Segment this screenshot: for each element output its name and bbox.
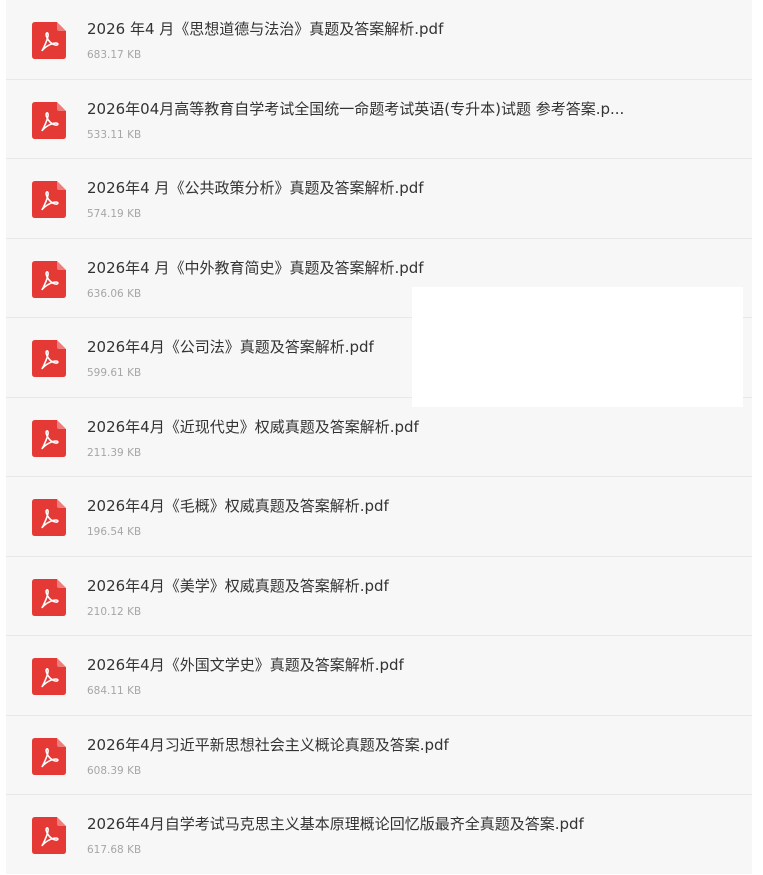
file-size: 617.68 KB <box>87 844 142 856</box>
file-size: 574.19 KB <box>87 208 142 220</box>
file-size: 683.17 KB <box>87 49 142 61</box>
file-row[interactable]: 2026年4月《外国文学史》真题及答案解析.pdf 684.11 KB <box>6 636 752 716</box>
file-row[interactable]: 2026年4月《美学》权威真题及答案解析.pdf 210.12 KB <box>6 557 752 636</box>
file-size: 608.39 KB <box>87 764 142 777</box>
file-name[interactable]: 2026年4月《美学》权威真题及答案解析.pdf <box>87 575 389 596</box>
file-size: 211.39 KB <box>87 446 142 459</box>
file-name[interactable]: 2026年4月《毛概》权威真题及答案解析.pdf <box>87 495 389 516</box>
file-size: 210.12 KB <box>87 605 142 618</box>
file-row[interactable]: 2026 年4 月《思想道德与法治》真题及答案解析.pdf 683.17 KB <box>6 0 752 80</box>
file-name[interactable]: 2026年04月高等教育自学考试全国统一命题考试英语(专升本)试题 参考答案.p… <box>87 98 624 119</box>
file-name[interactable]: 2026年4月《公司法》真题及答案解析.pdf <box>87 336 374 357</box>
pdf-icon <box>32 658 66 695</box>
blank-overlay <box>412 287 743 407</box>
file-name[interactable]: 2026年4月《外国文学史》真题及答案解析.pdf <box>87 654 404 675</box>
file-size: 196.54 KB <box>87 526 142 538</box>
file-name[interactable]: 2026年4月习近平新思想社会主义概论真题及答案.pdf <box>87 734 449 755</box>
file-size: 599.61 KB <box>87 367 142 379</box>
pdf-icon <box>32 737 66 775</box>
file-name[interactable]: 2026年4月自学考试马克思主义基本原理概论回忆版最齐全真题及答案.pdf <box>87 813 584 834</box>
pdf-icon <box>32 181 66 218</box>
pdf-icon <box>32 419 66 457</box>
file-list: 2026 年4 月《思想道德与法治》真题及答案解析.pdf 683.17 KB … <box>6 0 752 874</box>
file-size: 636.06 KB <box>87 287 142 300</box>
file-size: 533.11 KB <box>87 128 142 141</box>
file-row[interactable]: 2026年4月《近现代史》权威真题及答案解析.pdf 211.39 KB <box>6 398 752 477</box>
file-row[interactable]: 2026年4月习近平新思想社会主义概论真题及答案.pdf 608.39 KB <box>6 716 752 795</box>
pdf-icon <box>32 340 66 377</box>
pdf-icon <box>32 260 66 298</box>
pdf-icon <box>32 101 66 139</box>
file-row[interactable]: 2026年4月《毛概》权威真题及答案解析.pdf 196.54 KB <box>6 477 752 557</box>
file-row[interactable]: 2026年04月高等教育自学考试全国统一命题考试英语(专升本)试题 参考答案.p… <box>6 80 752 159</box>
file-name[interactable]: 2026 年4 月《思想道德与法治》真题及答案解析.pdf <box>87 18 443 39</box>
file-row[interactable]: 2026年4 月《公共政策分析》真题及答案解析.pdf 574.19 KB <box>6 159 752 239</box>
file-name[interactable]: 2026年4 月《中外教育简史》真题及答案解析.pdf <box>87 257 424 278</box>
file-size: 684.11 KB <box>87 685 142 697</box>
pdf-icon <box>32 578 66 616</box>
pdf-icon <box>32 817 66 854</box>
pdf-icon <box>32 499 66 536</box>
file-name[interactable]: 2026年4 月《公共政策分析》真题及答案解析.pdf <box>87 177 424 198</box>
file-row[interactable]: 2026年4月自学考试马克思主义基本原理概论回忆版最齐全真题及答案.pdf 61… <box>6 795 752 875</box>
file-name[interactable]: 2026年4月《近现代史》权威真题及答案解析.pdf <box>87 416 419 437</box>
pdf-icon <box>32 22 66 59</box>
